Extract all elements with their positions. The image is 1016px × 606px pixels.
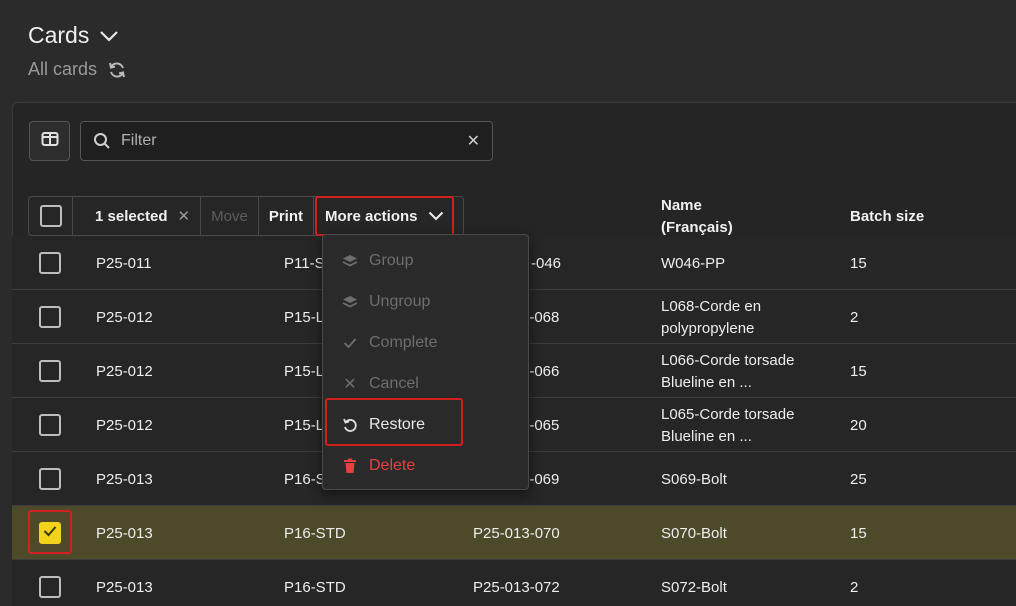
selection-count-label: 1 selected bbox=[95, 207, 168, 225]
menu-item-group[interactable]: Group bbox=[323, 241, 528, 281]
checkbox-highlight bbox=[28, 510, 72, 554]
row-cell-name: L068-Corde en polypropylene bbox=[661, 298, 762, 337]
row-checkbox[interactable] bbox=[39, 306, 61, 328]
print-button[interactable]: Print bbox=[259, 197, 314, 235]
row-cell-batch: 15 bbox=[850, 525, 867, 542]
page-title[interactable]: Cards bbox=[28, 22, 89, 49]
row-cell-batch: 15 bbox=[850, 255, 867, 272]
select-all-checkbox[interactable] bbox=[39, 205, 62, 227]
selection-count: 1 selected ✕ bbox=[73, 197, 202, 235]
row-cell-id: P25-012 bbox=[96, 417, 153, 434]
row-checkbox[interactable] bbox=[39, 360, 61, 382]
select-all-cell bbox=[29, 197, 73, 235]
view-subtitle: All cards bbox=[28, 59, 98, 79]
check-icon bbox=[341, 337, 359, 349]
menu-item-group-label: Group bbox=[369, 252, 414, 269]
clear-filter-icon[interactable]: ✕ bbox=[467, 131, 480, 151]
row-cell-code: P16-S bbox=[284, 471, 326, 488]
row-checkbox[interactable] bbox=[39, 576, 61, 598]
row-checkbox[interactable] bbox=[39, 414, 61, 436]
menu-item-delete-label: Delete bbox=[369, 457, 416, 474]
more-actions-menu: Group Ungroup Complete ✕ Cancel Restore … bbox=[322, 234, 529, 490]
restore-highlight bbox=[325, 398, 463, 446]
layers-icon bbox=[341, 254, 359, 268]
row-cell-name: L066-Corde torsade Blueline en ... bbox=[661, 352, 795, 391]
row-cell-ref: -046 bbox=[531, 255, 562, 272]
row-cell-code: P16-STD bbox=[284, 579, 346, 596]
row-cell-code: P15-L bbox=[284, 363, 325, 380]
clear-selection-icon[interactable]: ✕ bbox=[178, 207, 191, 225]
row-cell-name: L065-Corde torsade Blueline en ... bbox=[661, 406, 795, 445]
table-row[interactable]: P25-013 P16-STD P25-013-072 S072-Bolt 2 bbox=[12, 560, 1016, 606]
columns-icon bbox=[41, 131, 59, 152]
close-icon: ✕ bbox=[343, 376, 357, 393]
row-cell-batch: 2 bbox=[850, 579, 859, 596]
row-cell-id: P25-013 bbox=[96, 471, 153, 488]
menu-item-ungroup[interactable]: Ungroup bbox=[323, 282, 528, 322]
menu-item-cancel-label: Cancel bbox=[369, 375, 419, 392]
menu-item-delete[interactable]: Delete bbox=[323, 446, 528, 486]
row-checkbox[interactable] bbox=[39, 468, 61, 490]
layers-icon bbox=[341, 295, 359, 309]
row-cell-id: P25-013 bbox=[96, 525, 153, 542]
chevron-down-icon bbox=[428, 208, 444, 225]
more-actions-label: More actions bbox=[324, 207, 418, 225]
trash-icon bbox=[341, 458, 359, 474]
move-button[interactable]: Move bbox=[201, 197, 259, 235]
row-cell-code: P16-STD bbox=[284, 525, 346, 542]
menu-item-complete[interactable]: Complete bbox=[323, 323, 528, 363]
row-cell-batch: 15 bbox=[850, 363, 867, 380]
selection-toolbar: 1 selected ✕ Move Print More actions bbox=[28, 196, 464, 236]
row-cell-ref: P25-013-072 bbox=[473, 579, 560, 596]
chevron-down-icon[interactable] bbox=[99, 29, 119, 43]
page-header: Cards All cards bbox=[28, 22, 127, 80]
row-cell-name: S072-Bolt bbox=[661, 579, 727, 596]
row-cell-code: P11-S bbox=[284, 255, 325, 272]
search-icon bbox=[93, 132, 111, 150]
row-cell-id: P25-013 bbox=[96, 579, 153, 596]
column-header-batch-size[interactable]: Batch size bbox=[850, 206, 924, 228]
row-cell-code: P15-L bbox=[284, 309, 325, 326]
row-cell-name: S069-Bolt bbox=[661, 471, 727, 488]
menu-item-complete-label: Complete bbox=[369, 334, 438, 351]
columns-toggle-button[interactable] bbox=[29, 121, 70, 161]
row-cell-name: W046-PP bbox=[661, 255, 726, 272]
column-header-name[interactable]: Name (Français) bbox=[661, 195, 733, 239]
row-cell-batch: 20 bbox=[850, 417, 867, 434]
row-cell-code: P15-L bbox=[284, 417, 325, 434]
row-checkbox[interactable] bbox=[39, 252, 61, 274]
filter-input[interactable] bbox=[121, 132, 467, 150]
row-cell-name: S070-Bolt bbox=[661, 525, 727, 542]
row-cell-id: P25-011 bbox=[96, 255, 152, 272]
filter-field[interactable]: ✕ bbox=[80, 121, 493, 161]
refresh-icon[interactable] bbox=[107, 60, 127, 80]
more-actions-button[interactable]: More actions bbox=[314, 196, 454, 236]
row-cell-id: P25-012 bbox=[96, 363, 153, 380]
row-cell-id: P25-012 bbox=[96, 309, 153, 326]
row-cell-batch: 25 bbox=[850, 471, 867, 488]
menu-item-ungroup-label: Ungroup bbox=[369, 293, 431, 310]
row-cell-batch: 2 bbox=[850, 309, 859, 326]
row-cell-ref: P25-013-070 bbox=[473, 525, 560, 542]
table-row-selected[interactable]: P25-013 P16-STD P25-013-070 S070-Bolt 15 bbox=[12, 506, 1016, 560]
